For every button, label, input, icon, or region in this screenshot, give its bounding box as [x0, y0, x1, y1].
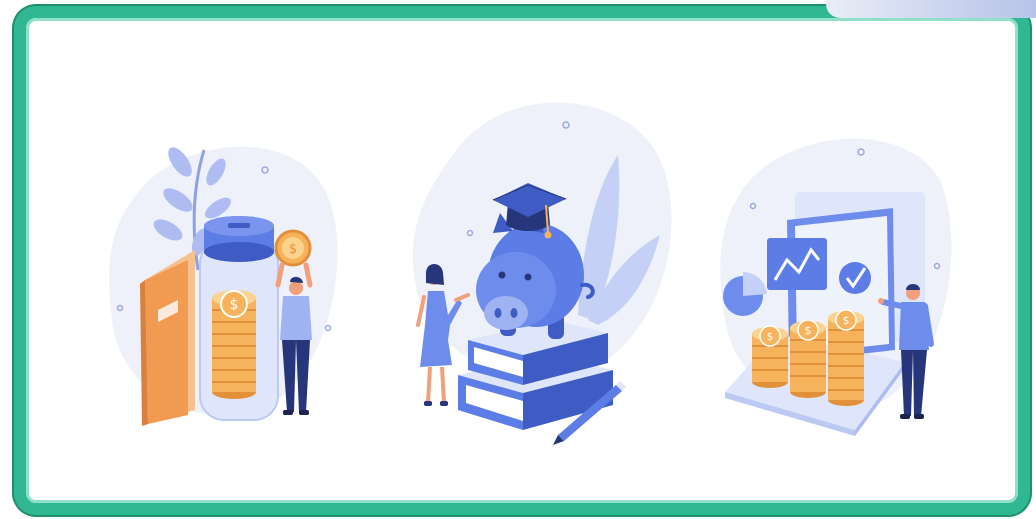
- coin-symbol: $: [230, 297, 239, 313]
- dollar-coin-icon: $: [767, 330, 774, 343]
- coin-stack: $: [790, 319, 826, 398]
- coin-stack: $: [752, 325, 788, 388]
- savings-jar-icon: $: [199, 216, 279, 421]
- dollar-coin-icon: $: [805, 324, 812, 337]
- investment-scene: $ $ $: [715, 130, 960, 440]
- savings-jar-scene: $ $: [100, 130, 350, 440]
- piggy-bank-scene: [398, 85, 678, 445]
- top-right-decoration: [826, 0, 1036, 18]
- coin-stack: $: [212, 290, 256, 399]
- dollar-coin-icon: $: [289, 242, 297, 257]
- dollar-coin-icon: $: [843, 314, 850, 327]
- coin-stack: $: [828, 309, 864, 406]
